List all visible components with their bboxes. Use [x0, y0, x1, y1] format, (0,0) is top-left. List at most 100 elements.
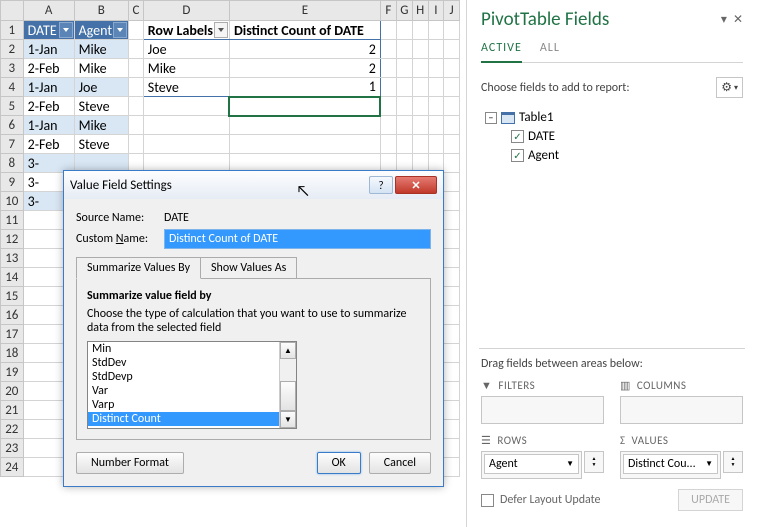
cell[interactable]: [412, 59, 428, 78]
col-header[interactable]: E: [229, 1, 380, 21]
cell[interactable]: [380, 97, 396, 116]
row-header[interactable]: 1: [1, 21, 24, 40]
columns-drop-area[interactable]: [620, 396, 743, 424]
row-header[interactable]: 11: [1, 211, 24, 230]
filter-dropdown-icon[interactable]: [214, 22, 228, 38]
tab-summarize-values-by[interactable]: Summarize Values By: [76, 257, 201, 279]
cell[interactable]: [380, 116, 396, 135]
help-button[interactable]: ?: [369, 176, 393, 194]
rows-reorder-button[interactable]: ▲▼: [584, 451, 604, 473]
cell[interactable]: [396, 97, 412, 116]
collapse-icon[interactable]: −: [485, 112, 497, 124]
cell[interactable]: [380, 21, 396, 40]
cell[interactable]: [412, 116, 428, 135]
cell[interactable]: [396, 21, 412, 40]
row-header[interactable]: 24: [1, 458, 24, 477]
cell[interactable]: 1-Jan: [23, 78, 74, 97]
cell[interactable]: [444, 230, 460, 249]
col-header[interactable]: B: [74, 1, 128, 21]
cell[interactable]: [143, 135, 229, 154]
row-header[interactable]: 12: [1, 230, 24, 249]
cell[interactable]: [444, 97, 460, 116]
col-header[interactable]: I: [428, 1, 444, 21]
col-header[interactable]: C: [129, 1, 144, 21]
dialog-titlebar[interactable]: Value Field Settings ? ✕: [64, 171, 443, 199]
cell[interactable]: [412, 21, 428, 40]
ok-button[interactable]: OK: [317, 452, 361, 474]
cell[interactable]: Row Labels: [143, 21, 229, 40]
cell[interactable]: [444, 21, 460, 40]
cell[interactable]: 1: [229, 78, 380, 97]
cell[interactable]: Mike: [74, 40, 128, 59]
cell[interactable]: [428, 135, 444, 154]
cell[interactable]: [129, 78, 144, 97]
cancel-button[interactable]: Cancel: [369, 452, 431, 474]
cell[interactable]: DATE: [23, 21, 74, 40]
cell[interactable]: [444, 116, 460, 135]
cell[interactable]: [380, 135, 396, 154]
scroll-down-button[interactable]: ▼: [280, 411, 296, 428]
cell[interactable]: [444, 249, 460, 268]
cell[interactable]: [129, 59, 144, 78]
custom-name-input[interactable]: [164, 229, 431, 249]
tab-all[interactable]: ALL: [540, 41, 560, 62]
cell[interactable]: [129, 40, 144, 59]
cell[interactable]: [129, 135, 144, 154]
cell[interactable]: [229, 97, 380, 116]
cell[interactable]: [428, 116, 444, 135]
cell[interactable]: [129, 116, 144, 135]
summarize-function-listbox[interactable]: MinStdDevStdDevpVarVarpDistinct Count ▲ …: [87, 341, 297, 429]
checkbox-checked-icon[interactable]: ✓: [511, 149, 524, 162]
cell[interactable]: [380, 78, 396, 97]
row-header[interactable]: 15: [1, 287, 24, 306]
row-header[interactable]: 4: [1, 78, 24, 97]
row-header[interactable]: 18: [1, 344, 24, 363]
cell[interactable]: [444, 192, 460, 211]
number-format-button[interactable]: Number Format: [76, 452, 184, 474]
col-header[interactable]: J: [444, 1, 460, 21]
cell[interactable]: [380, 59, 396, 78]
listbox-item[interactable]: Distinct Count: [88, 412, 296, 426]
cell[interactable]: [444, 154, 460, 173]
cell[interactable]: [444, 287, 460, 306]
row-header[interactable]: 6: [1, 116, 24, 135]
row-header[interactable]: 19: [1, 363, 24, 382]
listbox-scrollbar[interactable]: ▲ ▼: [279, 342, 296, 428]
row-header[interactable]: 7: [1, 135, 24, 154]
cell[interactable]: 2-Feb: [23, 135, 74, 154]
cell[interactable]: [380, 40, 396, 59]
col-header[interactable]: F: [380, 1, 396, 21]
col-header[interactable]: A: [23, 1, 74, 21]
cell[interactable]: Mike: [74, 59, 128, 78]
cell[interactable]: Agent: [74, 21, 128, 40]
cell[interactable]: [396, 135, 412, 154]
cell[interactable]: [444, 211, 460, 230]
cell[interactable]: [428, 21, 444, 40]
update-button[interactable]: UPDATE: [678, 489, 743, 511]
tools-button[interactable]: ⚙▾: [716, 77, 743, 98]
scroll-thumb[interactable]: [280, 381, 296, 411]
row-header[interactable]: 16: [1, 306, 24, 325]
cell[interactable]: 1-Jan: [23, 40, 74, 59]
cell[interactable]: Joe: [74, 78, 128, 97]
tree-table-node[interactable]: − Table1: [481, 108, 743, 127]
cell[interactable]: [396, 59, 412, 78]
row-header[interactable]: 10: [1, 192, 24, 211]
checkbox-checked-icon[interactable]: ✓: [511, 130, 524, 143]
row-header[interactable]: 14: [1, 268, 24, 287]
cell[interactable]: [412, 78, 428, 97]
cell[interactable]: 2-Feb: [23, 97, 74, 116]
cell[interactable]: [444, 344, 460, 363]
panel-dropdown-icon[interactable]: ▾: [721, 12, 727, 27]
row-header[interactable]: 9: [1, 173, 24, 192]
listbox-item[interactable]: Var: [88, 384, 296, 398]
tab-active[interactable]: ACTIVE: [481, 41, 522, 63]
row-header[interactable]: 17: [1, 325, 24, 344]
listbox-item[interactable]: StdDev: [88, 356, 296, 370]
cell[interactable]: [229, 135, 380, 154]
cell[interactable]: [396, 78, 412, 97]
panel-close-icon[interactable]: ✕: [733, 12, 743, 27]
cell[interactable]: 2: [229, 40, 380, 59]
cell[interactable]: [412, 40, 428, 59]
cell[interactable]: [444, 306, 460, 325]
